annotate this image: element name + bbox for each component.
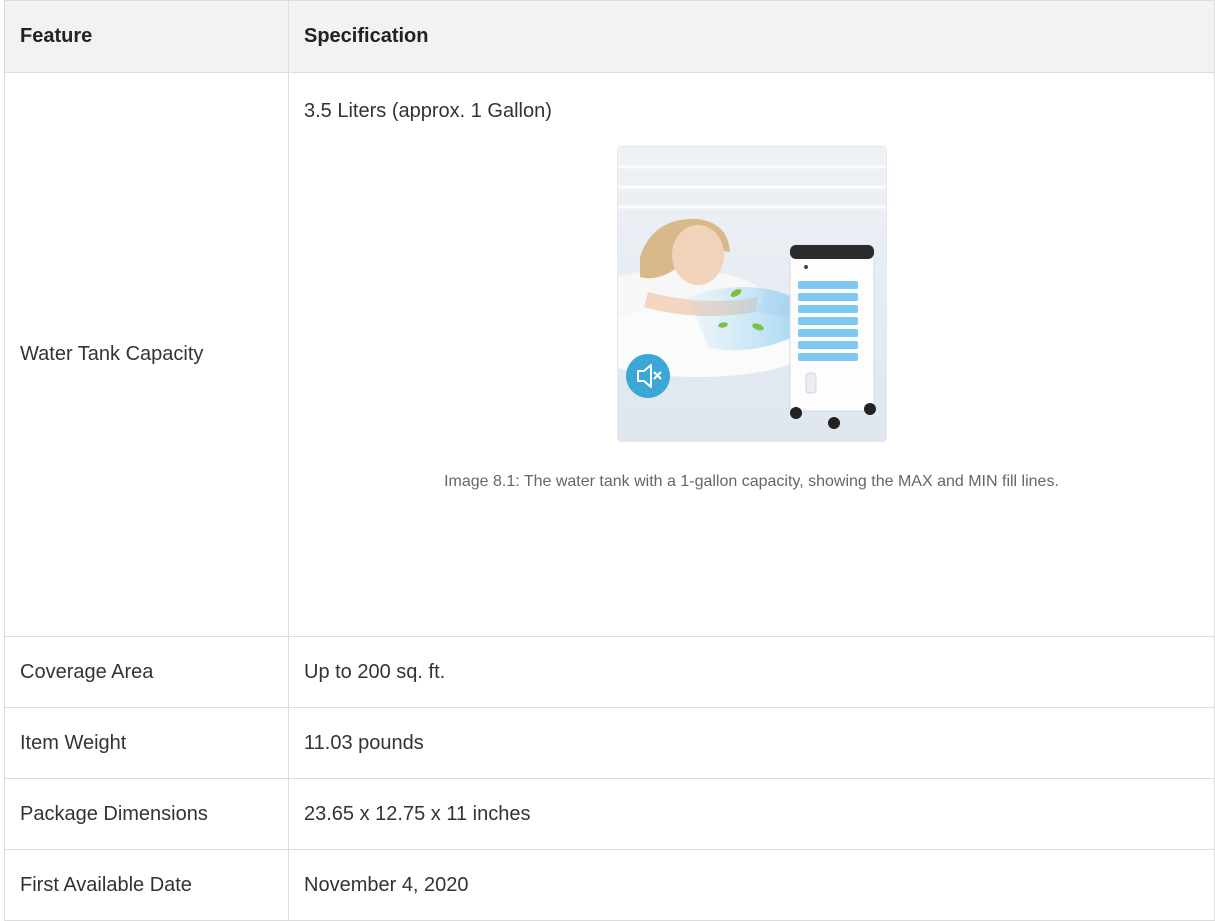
table-row: Item Weight 11.03 pounds bbox=[4, 707, 1215, 779]
table-row: First Available Date November 4, 2020 bbox=[4, 849, 1215, 921]
row-value: Up to 200 sq. ft. bbox=[288, 636, 1215, 708]
row-label: Item Weight bbox=[4, 707, 289, 779]
air-cooler-illustration bbox=[617, 147, 886, 441]
row-value: 3.5 Liters (approx. 1 Gallon) bbox=[304, 100, 552, 122]
image-caption: Image 8.1: The water tank with a 1-gallo… bbox=[444, 473, 1059, 490]
row-label: Package Dimensions bbox=[4, 778, 289, 850]
speaker-muted-icon bbox=[625, 354, 670, 398]
header-specification: Specification bbox=[288, 0, 1215, 73]
specification-table: Feature Specification Water Tank Capacit… bbox=[4, 0, 1215, 921]
row-value: 11.03 pounds bbox=[288, 707, 1215, 779]
table-row: Package Dimensions 23.65 x 12.75 x 11 in… bbox=[4, 778, 1215, 850]
product-photo bbox=[616, 146, 887, 442]
table-row: Coverage Area Up to 200 sq. ft. bbox=[4, 636, 1215, 708]
row-value: 23.65 x 12.75 x 11 inches bbox=[288, 778, 1215, 850]
row-label: Coverage Area bbox=[4, 636, 289, 708]
row-label: Water Tank Capacity bbox=[4, 72, 289, 637]
table-header-row: Feature Specification bbox=[4, 0, 1215, 73]
product-figure: Image 8.1: The water tank with a 1-gallo… bbox=[304, 146, 1199, 491]
header-feature: Feature bbox=[4, 0, 289, 73]
row-value-cell: 3.5 Liters (approx. 1 Gallon) Image 8.1:… bbox=[288, 72, 1215, 637]
row-label: First Available Date bbox=[4, 849, 289, 921]
row-value: November 4, 2020 bbox=[288, 849, 1215, 921]
table-row: Water Tank Capacity 3.5 Liters (approx. … bbox=[4, 72, 1215, 637]
